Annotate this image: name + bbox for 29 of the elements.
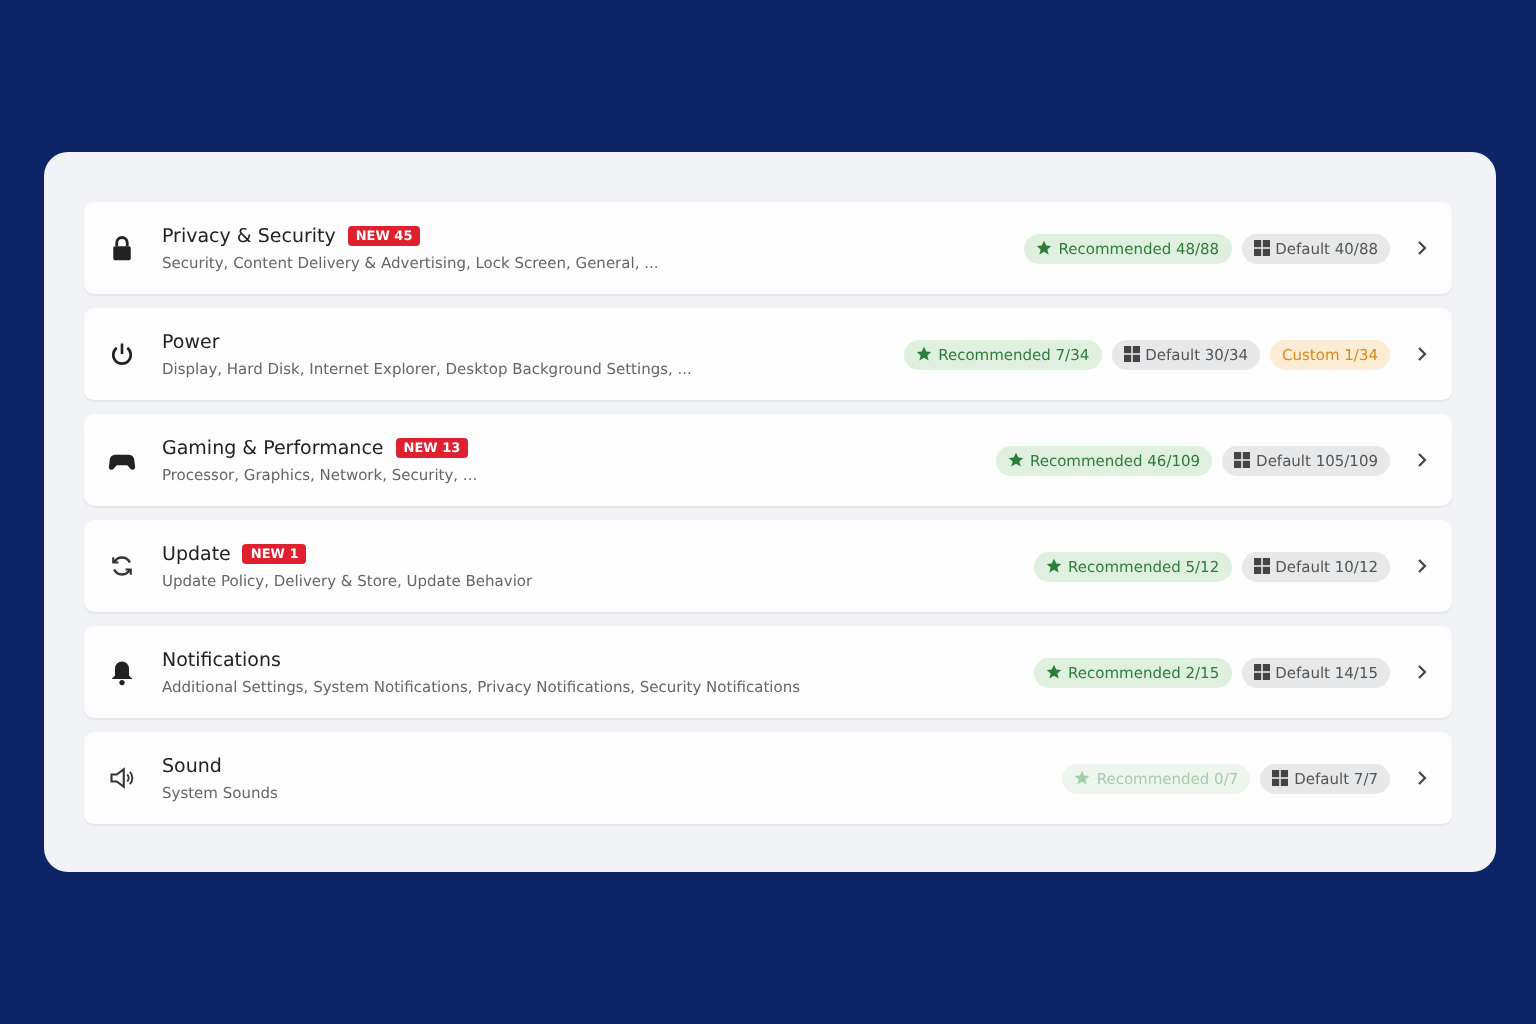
speaker-icon	[108, 764, 136, 792]
category-title: Update	[162, 543, 231, 565]
category-title: Notifications	[162, 649, 281, 671]
chevron-icon	[1416, 770, 1428, 786]
chevron-icon	[1416, 558, 1428, 574]
star-icon	[916, 346, 933, 362]
star-icon	[1036, 240, 1053, 256]
star-icon	[1007, 452, 1024, 468]
bell-icon	[108, 658, 136, 686]
power-icon	[108, 340, 136, 368]
grid-icon	[1253, 558, 1270, 574]
chevron-icon	[1416, 346, 1428, 362]
chevron-icon	[1416, 664, 1428, 680]
category-title: Privacy & Security	[162, 225, 336, 247]
category-title: Sound	[162, 755, 222, 777]
star-icon	[1046, 558, 1063, 574]
chevron-icon	[1416, 452, 1428, 468]
star-icon	[1046, 664, 1063, 680]
chevron-icon	[1416, 240, 1428, 256]
grid-icon	[1253, 240, 1270, 256]
lock-icon	[108, 234, 136, 262]
category-title: Power	[162, 331, 220, 353]
star-icon	[1074, 770, 1091, 786]
grid-icon	[1123, 346, 1140, 362]
grid-icon	[1234, 452, 1251, 468]
category-title: Gaming & Performance	[162, 437, 384, 459]
refresh-icon	[108, 552, 136, 580]
grid-icon	[1272, 770, 1289, 786]
grid-icon	[1253, 664, 1270, 680]
